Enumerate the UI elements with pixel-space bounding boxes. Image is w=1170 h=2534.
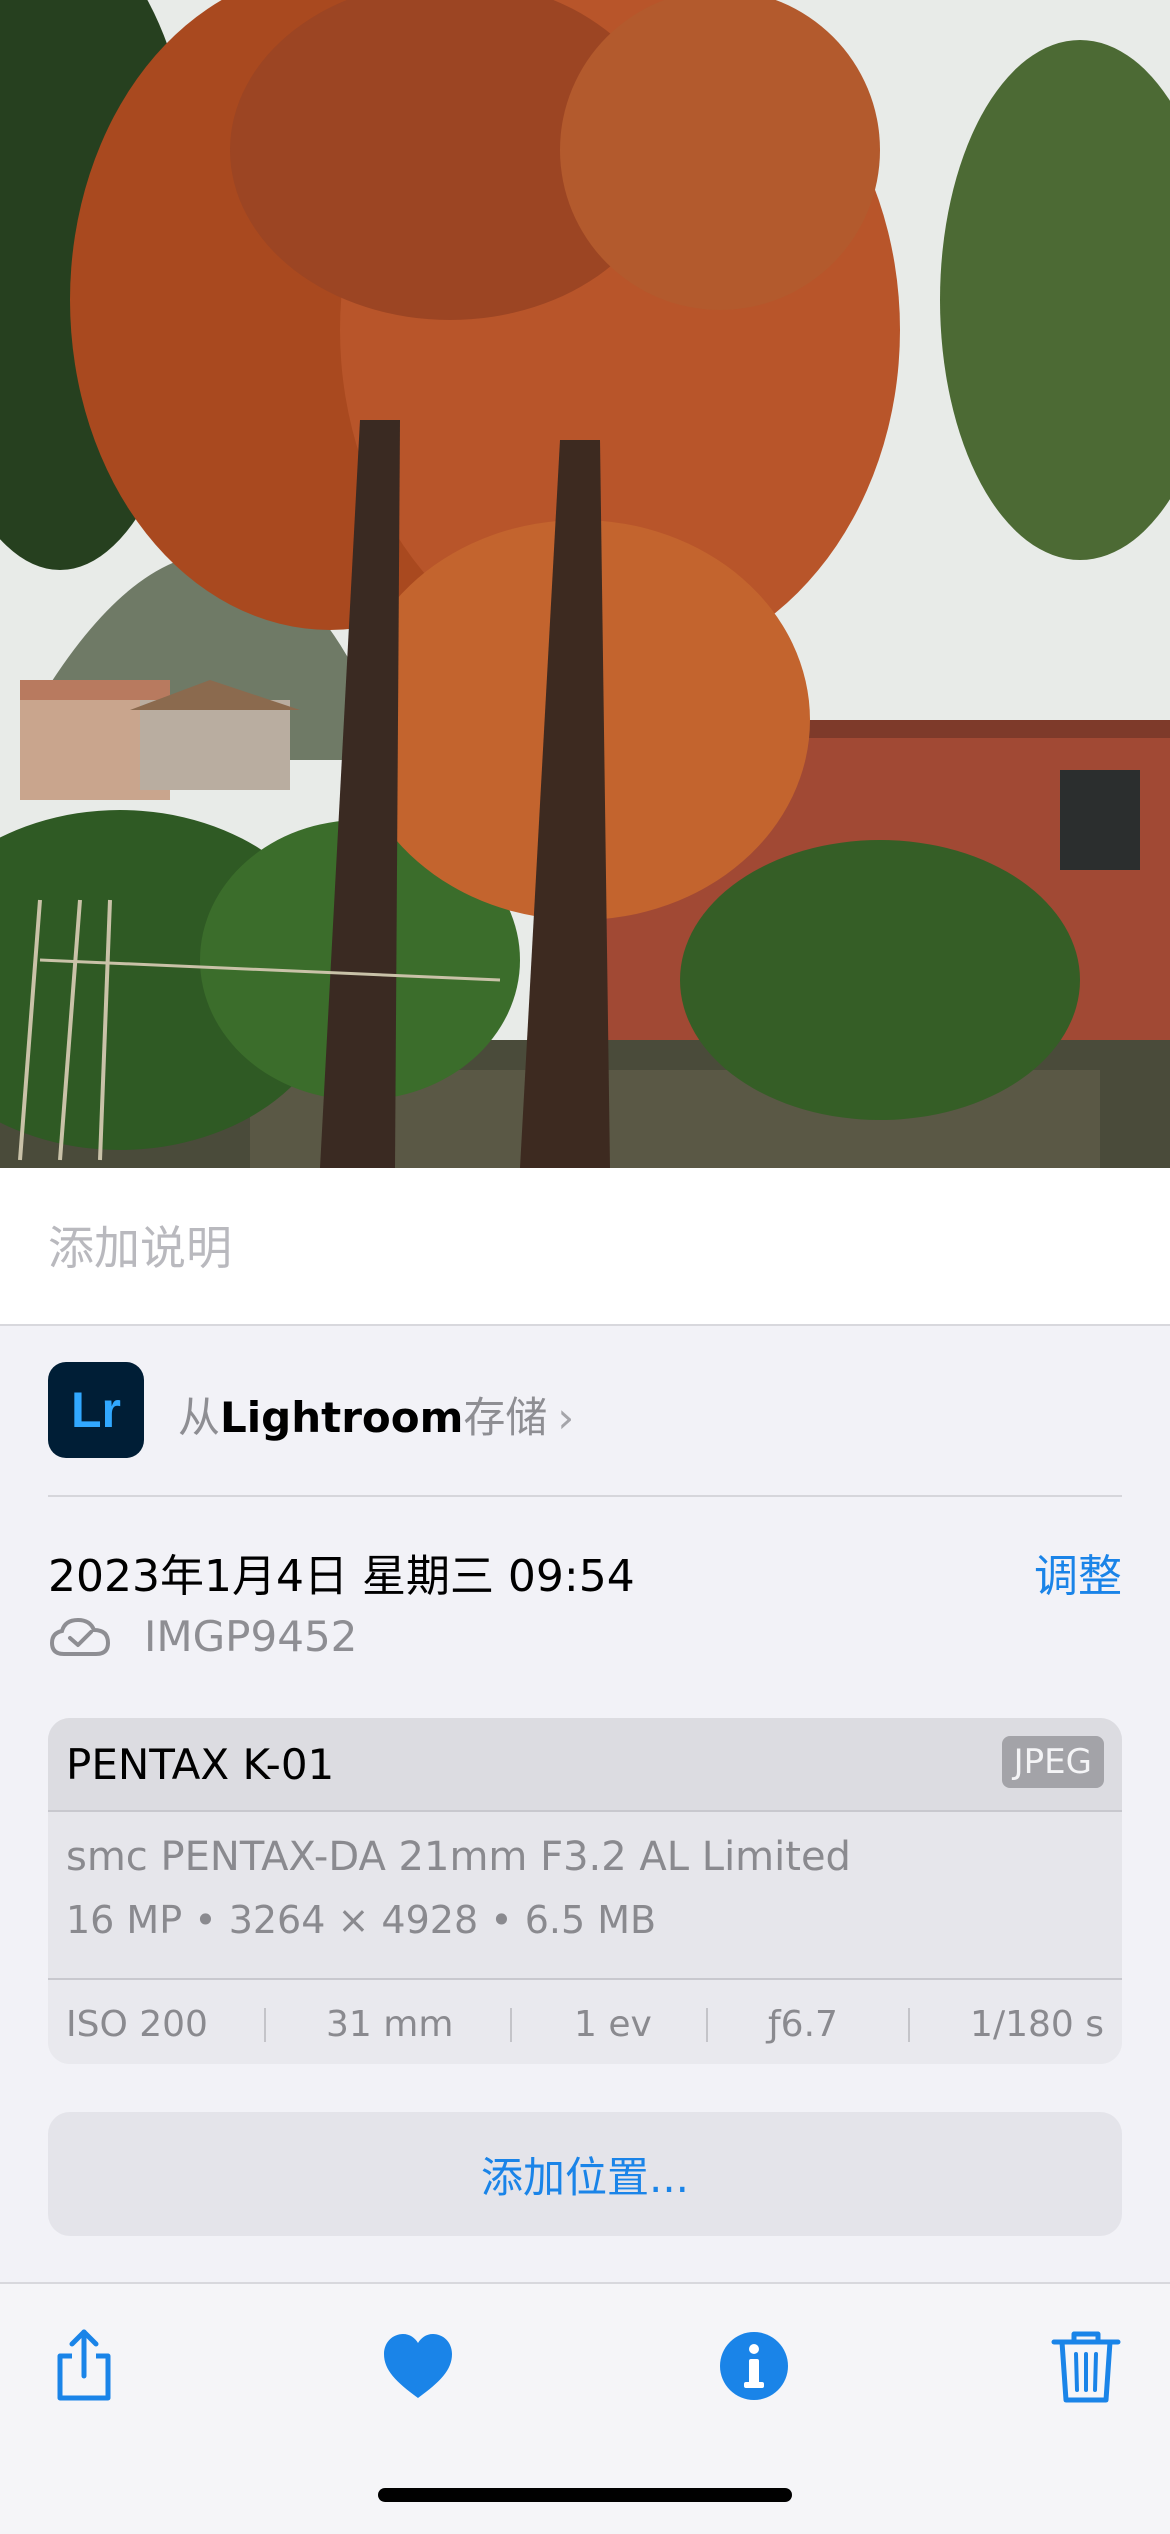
caption-input[interactable]: 添加说明 <box>48 1212 232 1278</box>
exif-shutter-speed: 1/180 s <box>970 2004 1104 2045</box>
camera-model: PENTAX K-01 <box>66 1740 335 1789</box>
camera-info-card: PENTAX K-01 JPEG smc PENTAX-DA 21mm F3.2… <box>48 1718 1122 2064</box>
chevron-right-icon: › <box>557 1393 575 1442</box>
app-name: Lightroom <box>220 1393 464 1442</box>
exif-exposure-value: 1 ev <box>574 2004 652 2045</box>
exif-separator <box>510 2008 512 2042</box>
app-source-row[interactable]: Lr 从Lightroom存储 › <box>48 1362 1122 1496</box>
photo-image <box>0 0 1170 1168</box>
app-source-label[interactable]: 从Lightroom存储 › <box>178 1384 574 1445</box>
share-icon[interactable] <box>42 2324 126 2408</box>
app-source-suffix: 存储 <box>463 1393 548 1442</box>
home-indicator[interactable] <box>378 2488 792 2502</box>
exif-focal-length: 31 mm <box>326 2004 454 2045</box>
image-specs: 16 MP • 3264 × 4928 • 6.5 MB <box>66 1898 657 1942</box>
heart-icon[interactable] <box>376 2324 460 2408</box>
divider <box>48 1495 1122 1497</box>
info-icon[interactable] <box>712 2324 796 2408</box>
exif-row: ISO 200 31 mm 1 ev ƒ6.7 1/180 s <box>48 1978 1122 2064</box>
exif-aperture: ƒ6.7 <box>768 2004 838 2045</box>
format-badge: JPEG <box>1001 1736 1104 1788</box>
adjust-date-button[interactable]: 调整 <box>1034 1540 1122 1604</box>
cloud-check-icon <box>48 1614 112 1664</box>
lightroom-app-icon: Lr <box>48 1362 144 1458</box>
photo-datetime: 2023年1月4日 星期三 09:54 <box>48 1551 635 1602</box>
photo-view[interactable] <box>0 0 1170 1168</box>
add-location-button[interactable]: 添加位置... <box>48 2112 1122 2236</box>
camera-header: PENTAX K-01 JPEG <box>48 1718 1122 1812</box>
filename: IMGP9452 <box>144 1612 358 1661</box>
caption-area[interactable]: 添加说明 <box>0 1168 1170 1326</box>
exif-separator <box>706 2008 708 2042</box>
exif-separator <box>264 2008 266 2042</box>
app-source-prefix: 从 <box>178 1393 221 1442</box>
trash-icon[interactable] <box>1044 2324 1128 2408</box>
exif-iso: ISO 200 <box>66 2004 208 2045</box>
exif-separator <box>908 2008 910 2042</box>
lens-info: smc PENTAX-DA 21mm F3.2 AL Limited <box>66 1834 851 1880</box>
